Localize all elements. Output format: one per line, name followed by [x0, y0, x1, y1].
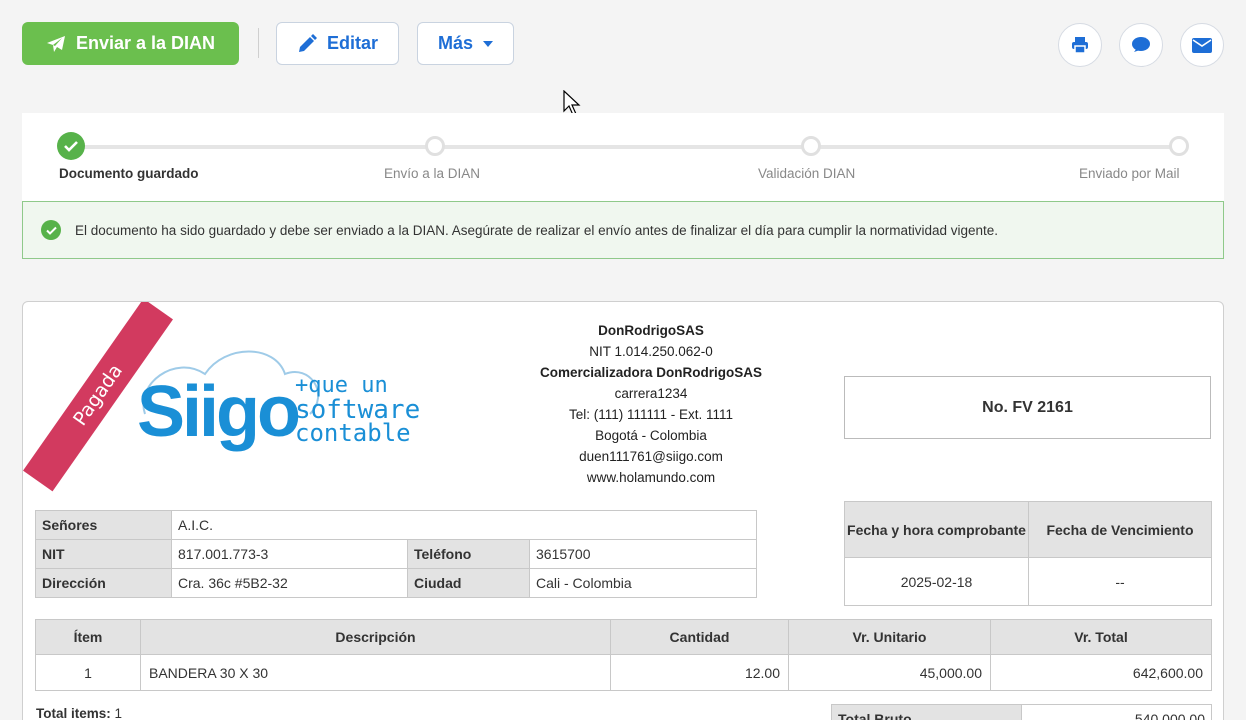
send-button-label: Enviar a la DIAN	[75, 33, 216, 53]
item-quantity: 12.00	[610, 654, 789, 691]
col-item: Ítem	[35, 619, 141, 655]
total-items-label: Total items:	[36, 706, 111, 720]
senores-value: A.I.C.	[171, 510, 757, 540]
svg-text:Siigo: Siigo	[137, 372, 299, 452]
address-value: Cra. 36c #5B2-32	[171, 568, 408, 598]
col-quantity: Cantidad	[610, 619, 789, 655]
phone-value: 3615700	[529, 539, 757, 569]
email-button[interactable]	[1180, 23, 1224, 67]
company-email: duen111761@siigo.com	[579, 449, 723, 464]
alert-text: El documento ha sido guardado y debe ser…	[75, 222, 999, 238]
nit-label: NIT	[35, 539, 172, 569]
edit-button-label: Editar	[326, 33, 378, 53]
chat-icon	[1132, 37, 1150, 52]
col-description: Descripción	[140, 619, 611, 655]
nit-value: 817.001.773-3	[171, 539, 408, 569]
step-pending-indicator	[1169, 136, 1189, 156]
success-alert: El documento ha sido guardado y debe ser…	[22, 201, 1224, 259]
gross-total-value: 540,000.00	[1021, 704, 1212, 720]
mail-icon	[1192, 37, 1212, 53]
toolbar-divider	[258, 28, 259, 58]
total-items-value: 1	[114, 706, 123, 720]
totals-table: Total Bruto 540,000.00	[831, 704, 1212, 720]
caret-down-icon	[483, 40, 493, 47]
invoice-number: No. FV 2161	[844, 376, 1211, 439]
total-items: Total items: 1	[36, 706, 122, 720]
table-row: Total Bruto 540,000.00	[831, 704, 1212, 720]
company-web: www.holamundo.com	[586, 470, 716, 485]
step-label-documento-guardado: Documento guardado	[59, 166, 199, 181]
toolbar: Enviar a la DIAN Editar Más	[22, 22, 1224, 67]
company-trade-name: Comercializadora DonRodrigoSAS	[539, 365, 763, 380]
company-name: DonRodrigoSAS	[598, 323, 704, 338]
more-dropdown-button[interactable]: Más	[417, 22, 514, 65]
check-icon	[64, 141, 78, 152]
step-pending-indicator	[425, 136, 445, 156]
edit-button[interactable]: Editar	[276, 22, 399, 65]
col-unit-value: Vr. Unitario	[788, 619, 991, 655]
comment-button[interactable]	[1119, 23, 1163, 67]
dates-table: Fecha y hora comprobante Fecha de Vencim…	[844, 501, 1212, 606]
table-row: Señores A.I.C.	[35, 510, 757, 540]
company-phone: Tel: (111) 111111 - Ext. 1111	[568, 407, 734, 422]
svg-text:contable: contable	[295, 419, 411, 447]
step-done-indicator	[57, 132, 85, 160]
table-row: 1 BANDERA 30 X 30 12.00 45,000.00 642,60…	[35, 654, 1212, 691]
table-row: Dirección Cra. 36c #5B2-32 Ciudad Cali -…	[35, 568, 757, 598]
print-button[interactable]	[1058, 23, 1102, 67]
step-pending-indicator	[801, 136, 821, 156]
due-date-value: --	[1028, 557, 1212, 606]
city-label: Ciudad	[407, 568, 530, 598]
progress-stepper: Documento guardado Envío a la DIAN Valid…	[22, 113, 1224, 201]
gross-total-label: Total Bruto	[831, 704, 1022, 720]
col-total-value: Vr. Total	[990, 619, 1212, 655]
print-icon	[1072, 37, 1088, 54]
more-button-label: Más	[437, 33, 473, 53]
item-description: BANDERA 30 X 30	[140, 654, 611, 691]
due-date-header: Fecha de Vencimiento	[1028, 501, 1212, 558]
senores-label: Señores	[35, 510, 172, 540]
item-total-value: 642,600.00	[990, 654, 1212, 691]
issue-date-value: 2025-02-18	[844, 557, 1029, 606]
issue-date-header: Fecha y hora comprobante	[844, 501, 1029, 558]
address-label: Dirección	[35, 568, 172, 598]
paper-plane-icon	[46, 35, 65, 52]
item-number: 1	[35, 654, 141, 691]
pencil-icon	[298, 33, 317, 52]
step-label-envio-dian: Envío a la DIAN	[384, 166, 481, 181]
siigo-logo: Siigo +que un software contable	[137, 350, 420, 452]
company-nit: NIT 1.014.250.062-0	[589, 344, 713, 359]
step-label-enviado-mail: Enviado por Mail	[1079, 166, 1180, 181]
table-header-row: Ítem Descripción Cantidad Vr. Unitario V…	[35, 619, 1212, 655]
company-address: carrera1234	[614, 386, 688, 401]
item-unit-value: 45,000.00	[788, 654, 991, 691]
items-table: Ítem Descripción Cantidad Vr. Unitario V…	[35, 619, 1212, 691]
step-label-validacion-dian: Validación DIAN	[758, 166, 856, 181]
table-row: NIT 817.001.773-3 Teléfono 3615700	[35, 539, 757, 569]
check-circle-icon	[41, 220, 61, 240]
send-to-dian-button[interactable]: Enviar a la DIAN	[22, 22, 239, 65]
table-row: Fecha y hora comprobante Fecha de Vencim…	[844, 501, 1212, 558]
city-value: Cali - Colombia	[529, 568, 757, 598]
client-table: Señores A.I.C. NIT 817.001.773-3 Teléfon…	[35, 510, 757, 598]
invoice-document: Pagada Siigo +que un software contable D…	[22, 301, 1224, 720]
company-city: Bogotá - Colombia	[595, 428, 707, 443]
phone-label: Teléfono	[407, 539, 530, 569]
company-info: DonRodrigoSAS NIT 1.014.250.062-0 Comerc…	[513, 320, 789, 488]
table-row: 2025-02-18 --	[844, 557, 1212, 606]
stepper-track	[70, 145, 1180, 149]
